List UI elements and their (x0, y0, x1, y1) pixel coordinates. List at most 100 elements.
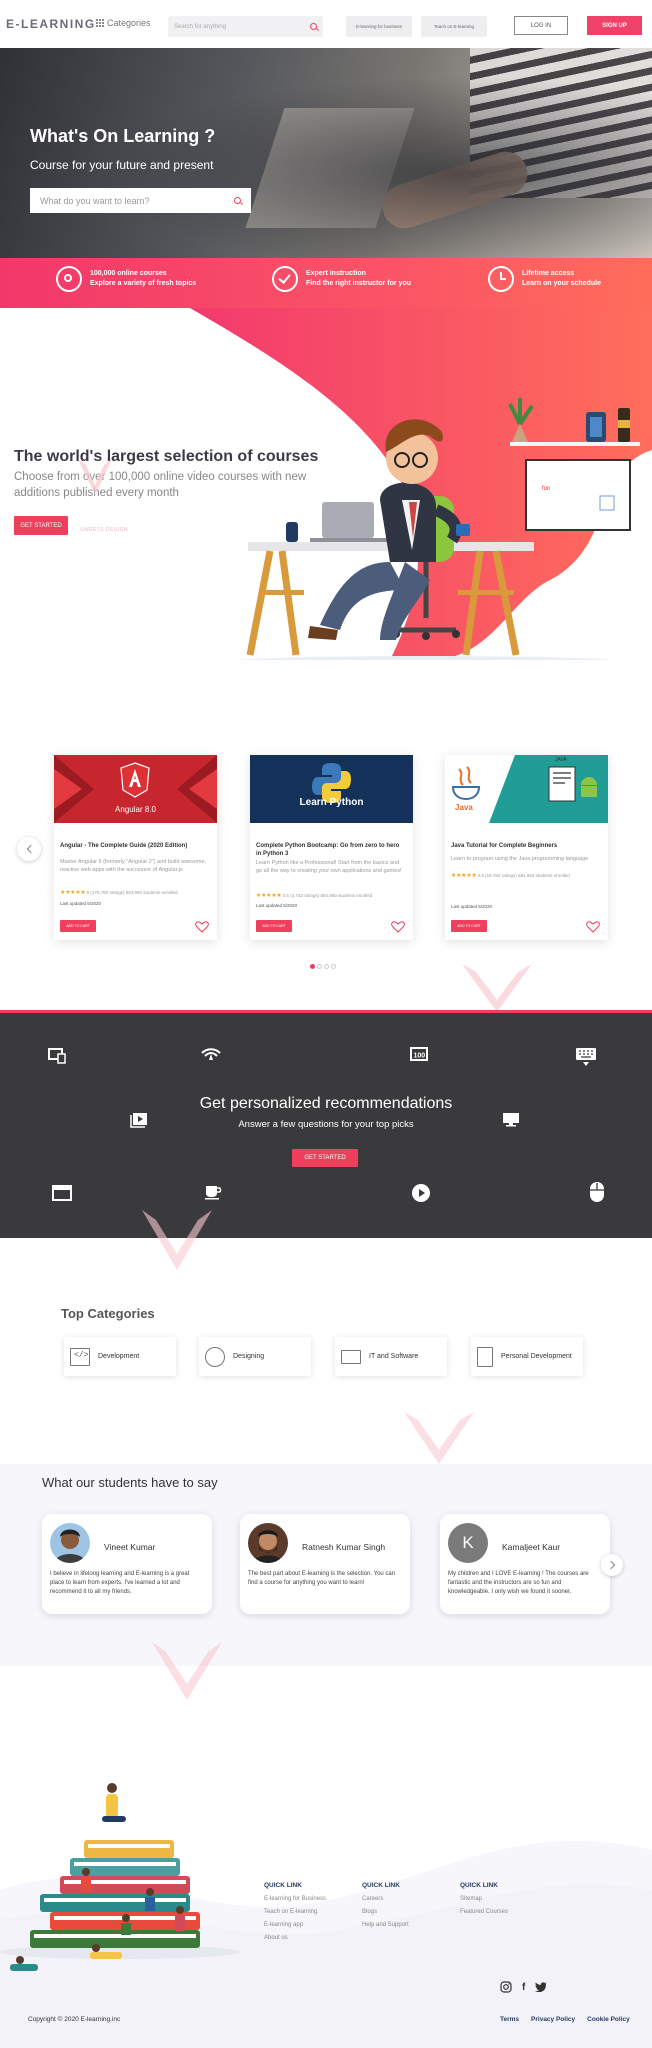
category-label: Designing (233, 1353, 265, 1360)
rating-text: 4.5 (18,782 ratings) 584,950 students en… (477, 873, 570, 878)
footer-link[interactable]: Help and Support (362, 1922, 409, 1928)
course-thumbnail[interactable]: Java JAVA (445, 755, 608, 823)
course-card[interactable]: Java JAVA Java Tutorial for Complete Beg… (445, 755, 608, 940)
category-it-software[interactable]: IT and Software (335, 1337, 447, 1376)
feature-sub: Find the right instructor for you (306, 280, 411, 287)
watermark-logo-icon (462, 964, 532, 1012)
carousel-prev-button[interactable] (17, 837, 41, 861)
carousel-dot[interactable] (324, 964, 329, 969)
course-card[interactable]: Angular 8.0 Angular - The Complete Guide… (54, 755, 217, 940)
footer-link[interactable]: Sitemap (460, 1896, 508, 1902)
add-to-cart-button[interactable]: ADD TO CART (256, 920, 292, 932)
recommendation-subtitle: Answer a few questions for your top pick… (238, 1119, 414, 1130)
business-button[interactable]: E-learning for business (346, 16, 412, 37)
selection-title: The world's largest selection of courses (14, 448, 319, 465)
search-icon[interactable] (234, 197, 241, 204)
footer-column-2: QUICK LINK Careers Blogs Help and Suppor… (362, 1882, 409, 1935)
category-development[interactable]: </> Development (64, 1337, 176, 1376)
course-thumbnail[interactable]: Learn Python (250, 755, 413, 823)
play-circle-icon (412, 1184, 430, 1202)
carousel-dot[interactable] (310, 964, 315, 969)
get-started-button[interactable]: GET STARTED (292, 1149, 358, 1167)
chevron-right-icon (606, 1560, 615, 1570)
footer-column-3: QUICK LINK Sitemap Featured Courses (460, 1882, 508, 1922)
category-designing[interactable]: Designing (199, 1337, 311, 1376)
svg-text:100: 100 (414, 1053, 426, 1060)
footer-link[interactable]: Teach on E-learning (264, 1909, 326, 1915)
target-icon (56, 266, 82, 292)
course-updated: Last updated 5/2020 (60, 901, 102, 906)
footer-heading: QUICK LINK (460, 1882, 498, 1889)
heart-icon[interactable] (586, 921, 600, 933)
course-title[interactable]: Java Tutorial for Complete Beginners (451, 843, 601, 851)
course-rating: ★★★★★ 5 (175,782 ratings) 584,950 studen… (60, 889, 178, 896)
footer-link[interactable]: About us (264, 1935, 326, 1941)
thumb-label-secondary: JAVA (555, 757, 567, 763)
category-personal-development[interactable]: Personal Development (471, 1337, 583, 1376)
terms-link[interactable]: Terms (500, 2016, 519, 2023)
carousel-dots (310, 964, 336, 969)
rating-stars: ★★★★★ (256, 893, 282, 899)
testimonial-next-button[interactable] (601, 1554, 623, 1576)
carousel-dot[interactable] (317, 964, 322, 969)
footer-link[interactable]: Careers (362, 1896, 409, 1902)
footer-link[interactable]: Featured Courses (460, 1909, 508, 1915)
testimonials-title: What our students have to say (42, 1475, 218, 1490)
hero-title: What's On Learning ? (30, 126, 216, 146)
footer-link[interactable]: E-learning app (264, 1922, 326, 1928)
heart-icon[interactable] (391, 921, 405, 933)
twitter-icon[interactable] (535, 1982, 547, 1992)
watermark-text: SWEETS DESIGN (80, 527, 129, 533)
desktop-mobile-icon (48, 1048, 66, 1064)
carousel-dot[interactable] (331, 964, 336, 969)
search-icon[interactable] (310, 23, 317, 30)
course-thumbnail[interactable]: Angular 8.0 (54, 755, 217, 823)
copyright: Copyright © 2020 E-learning.inc (28, 2016, 121, 2023)
testimonial-quote: I believe in lifelong learning and E-lea… (50, 1571, 190, 1595)
testimonial-card: Vineet Kumar I believe in lifelong learn… (42, 1514, 212, 1614)
course-description: Learn to program using the Java programm… (451, 856, 589, 862)
facebook-icon[interactable]: f (522, 1982, 525, 1993)
palette-icon (205, 1346, 225, 1367)
footer-heading: QUICK LINK (264, 1882, 302, 1889)
history-icon (488, 266, 514, 292)
thumb-label: Angular 8.0 (115, 805, 156, 814)
search-placeholder: Search for anything (174, 23, 227, 30)
footer-link[interactable]: Blogs (362, 1909, 409, 1915)
footer-link[interactable]: E-learning for Business (264, 1896, 326, 1902)
teach-button[interactable]: Teach on E-learning (421, 16, 487, 37)
svg-text:fun: fun (542, 486, 550, 492)
hero-search-placeholder: What do you want to learn? (40, 195, 150, 206)
add-to-cart-button[interactable]: ADD TO CART (451, 920, 487, 932)
instagram-icon[interactable] (500, 1981, 512, 1993)
rating-text: 4.5 (4,742 ratings) 584,950 students enr… (282, 893, 373, 898)
thumb-label: Learn Python (299, 797, 364, 808)
cookie-link[interactable]: Cookie Policy (587, 2016, 630, 2023)
rating-stars: ★★★★★ (60, 890, 86, 896)
course-title[interactable]: Complete Python Bootcamp: Go from zero t… (256, 843, 406, 858)
thumb-label: Java (455, 803, 473, 812)
hero-subtitle: Course for your future and present (30, 158, 214, 172)
course-updated: Last updated 5/2020 (256, 903, 298, 908)
hero-search-input[interactable]: What do you want to learn? (30, 188, 251, 213)
watermark-logo-icon (78, 459, 112, 495)
logo[interactable]: E-LEARNING (6, 17, 96, 31)
course-card[interactable]: Learn Python Complete Python Bootcamp: G… (250, 755, 413, 940)
login-button[interactable]: LOG IN (514, 16, 568, 35)
recommendation-title: Get personalized recommendations (199, 1095, 453, 1112)
search-input[interactable]: Search for anything (168, 16, 323, 37)
feature-title: 100,000 online courses (90, 270, 167, 277)
top-header: E-LEARNING Categories Search for anythin… (0, 0, 652, 48)
heart-icon[interactable] (195, 921, 209, 933)
categories-menu[interactable]: Categories (96, 18, 151, 28)
mouse-icon (590, 1182, 604, 1202)
course-title[interactable]: Angular - The Complete Guide (2020 Editi… (60, 843, 210, 851)
footer-column-1: QUICK LINK E-learning for Business Teach… (264, 1882, 326, 1948)
get-started-button[interactable]: GET STARTED (14, 516, 68, 535)
signup-button[interactable]: SIGN UP (587, 16, 642, 35)
testimonial-card: Ratnesh Kumar Singh The best part about … (240, 1514, 410, 1614)
footer-heading: QUICK LINK (362, 1882, 400, 1889)
add-to-cart-button[interactable]: ADD TO CART (60, 920, 96, 932)
category-label: Personal Development (501, 1353, 572, 1360)
privacy-link[interactable]: Privacy Policy (531, 2016, 575, 2023)
